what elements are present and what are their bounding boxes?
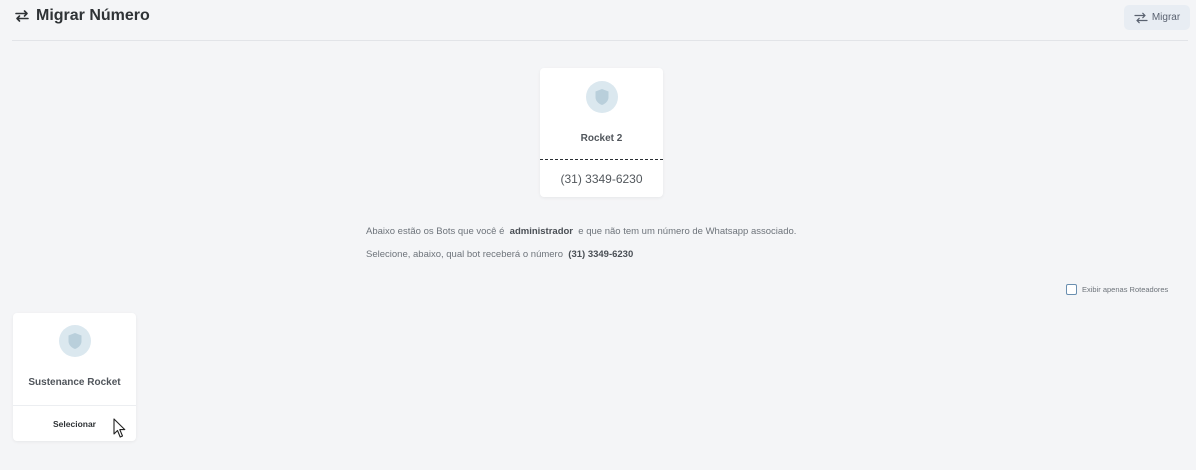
info-text: e que não tem um número de Whatsapp asso… — [578, 226, 797, 237]
info-text: Selecione, abaixo, qual bot receberá o n… — [366, 249, 563, 260]
shield-icon — [68, 333, 82, 349]
source-bot-card: Rocket 2 (31) 3349-6230 — [540, 68, 663, 197]
migrate-button-label: Migrar — [1151, 12, 1181, 23]
mouse-pointer-icon — [113, 418, 126, 438]
info-line-1: Abaixo estão os Bots que você é administ… — [366, 226, 796, 237]
info-phone: (31) 3349-6230 — [568, 249, 634, 260]
routers-only-filter[interactable]: Exibir apenas Roteadores — [1066, 284, 1168, 295]
source-bot-name: Rocket 2 — [580, 133, 623, 144]
migrate-number-page: Migrar Número Migrar Rocket 2 (31) 3349-… — [0, 0, 1196, 470]
page-header: Migrar Número Migrar — [0, 0, 1196, 42]
page-title: Migrar Número — [36, 7, 150, 24]
shield-icon — [595, 89, 609, 105]
info-role: administrador — [509, 226, 574, 237]
dashed-divider — [540, 159, 663, 160]
avatar — [59, 325, 91, 357]
routers-only-label: Exibir apenas Roteadores — [1082, 285, 1169, 294]
routers-only-checkbox[interactable] — [1066, 284, 1077, 295]
avatar — [586, 81, 618, 113]
header-divider — [12, 40, 1188, 41]
title-wrap: Migrar Número — [14, 7, 150, 25]
migrate-button[interactable]: Migrar — [1124, 5, 1190, 30]
info-text: Abaixo estão os Bots que você é — [366, 226, 505, 237]
info-line-2: Selecione, abaixo, qual bot receberá o n… — [366, 249, 633, 260]
source-bot-phone: (31) 3349-6230 — [560, 172, 643, 186]
swap-arrows-icon — [1134, 12, 1148, 23]
swap-arrows-icon — [14, 8, 30, 24]
target-bot-name: Sustenance Rocket — [28, 377, 121, 388]
